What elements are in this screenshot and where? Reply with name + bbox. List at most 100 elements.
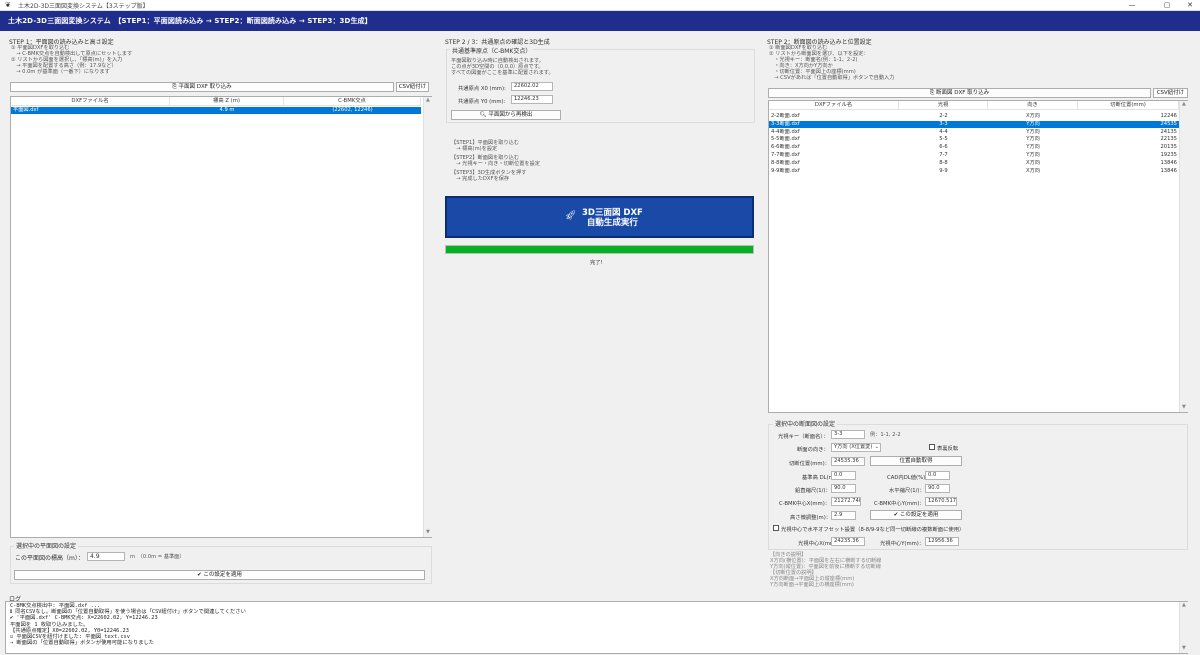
- hscale-label: 水平縮尺(1/)：: [889, 488, 925, 494]
- column-header[interactable]: 標高 Z (m): [170, 97, 284, 106]
- y0-label: 共通原点 Y0 (mm):: [458, 99, 506, 105]
- elevation-input[interactable]: 4.9: [87, 552, 125, 561]
- table-row[interactable]: 8-8断面.dxf 8-8 X方向 13846: [769, 160, 1179, 167]
- generate-label: 3D三面図 DXF 自動生成実行: [582, 208, 643, 228]
- log-lines: C-BMK交点検出中: 平面図.dxf ... ℹ 同名CSVなし。断面図の「位置…: [10, 603, 246, 646]
- column-header[interactable]: DXFファイル名: [769, 101, 899, 110]
- redetect-label: 平面図から再検出: [488, 112, 533, 118]
- bmky-label: C-BMK中心Y(mm)：: [874, 501, 925, 507]
- direction-value: Y方向 (X位置変): [834, 444, 873, 450]
- table-row[interactable]: 5-5断面.dxf 5-5 Y方向 22135: [769, 136, 1179, 143]
- plan-table-scrollbar[interactable]: ▲ ▼: [423, 97, 432, 537]
- auto-position-button[interactable]: 位置自動取得: [870, 456, 962, 466]
- section-import-label: 断面図 DXF 取り込み: [935, 90, 990, 96]
- table-cell: 8-8断面.dxf: [771, 159, 800, 166]
- section-table: DXFファイル名 光視 向き 切断位置(mm) 2-2断面.dxf 2-2 X方向 1…: [768, 100, 1188, 413]
- plan-import-button[interactable]: ⎘ 平面図 DXF 取り込み: [10, 82, 394, 92]
- vscale-input[interactable]: 90.0: [831, 484, 856, 493]
- vscale-label: 鉛直縮尺(1/)：: [795, 488, 831, 494]
- table-row[interactable]: 平面図.dxf 4.9 m (22602, 12246): [11, 107, 421, 115]
- bmkx-label: C-BMK中心X(mm)：: [779, 501, 831, 507]
- section-apply-button[interactable]: ✔ この設定を適用: [870, 510, 962, 520]
- table-cell: 12246: [1160, 113, 1177, 119]
- redetect-button[interactable]: 🔍︎ 平面図から再検出: [451, 110, 561, 120]
- origin-description: 平面図取り込み時に自動検出されます。 この点が3D空間の（0,0,0）原点です。…: [451, 58, 554, 76]
- table-cell: Y方向: [1026, 120, 1040, 127]
- log-scrollbar[interactable]: ▲ ▼: [1179, 602, 1188, 653]
- offset-label: 光視中心で水平オフセット設置（8-8/9-9など同一切断線の複数断面に使用）: [781, 527, 965, 533]
- table-row[interactable]: 4-4断面.dxf 4-4 Y方向 24135: [769, 129, 1179, 136]
- table-cell: 22135: [1160, 136, 1177, 143]
- table-cell: 5-5: [939, 136, 948, 143]
- origin-desc-line: すべての図面がここを基準に配置されます。: [451, 70, 554, 76]
- direction-select[interactable]: Y方向 (X位置変) ⌄: [831, 443, 881, 452]
- column-header[interactable]: 向き: [988, 101, 1078, 110]
- plan-table: DXFファイル名 標高 Z (m) C-BMK交点 平面図.dxf 4.9 m …: [10, 96, 432, 538]
- scroll-down-icon[interactable]: ▼: [426, 529, 430, 535]
- section-csv-button[interactable]: CSV紐付け: [1153, 88, 1188, 98]
- note-line: Y方向断面→平面図上の横座標(mm): [770, 582, 854, 588]
- hscale-input[interactable]: 90.0: [925, 484, 950, 493]
- y0-input[interactable]: 12246.23: [511, 95, 553, 104]
- key-input[interactable]: 3-3: [831, 430, 865, 439]
- key-label: 光視キー（断面名）：: [778, 434, 829, 440]
- cy-input[interactable]: 12956.36: [925, 537, 959, 546]
- table-cell: X方向: [1026, 113, 1040, 119]
- instruction-line: → CSVがあれば「位置自動取得」ボタンで自動入力: [769, 75, 895, 81]
- header-text: 土木2D-3D三面図変換システム 【STEP1：平面図読み込み → STEP2：…: [8, 17, 372, 25]
- table-cell: 6-6断面.dxf: [771, 144, 800, 151]
- scroll-down-icon[interactable]: ▼: [1182, 404, 1186, 410]
- table-cell: 9-9断面.dxf: [771, 167, 800, 174]
- section-table-scrollbar[interactable]: ▲ ▼: [1179, 101, 1188, 412]
- cx-input[interactable]: 24235.36: [831, 537, 865, 546]
- column-header[interactable]: DXFファイル名: [11, 97, 170, 106]
- table-row[interactable]: 7-7断面.dxf 7-7 Y方向 19235: [769, 152, 1179, 159]
- plan-csv-button[interactable]: CSV紐付け: [396, 82, 429, 92]
- step23-title: STEP 2 / 3：共通原点の確認と3D生成: [445, 39, 550, 46]
- cy-label: 光視中心Y(mm)：: [880, 541, 925, 547]
- minimize-icon[interactable]: —: [1122, 0, 1142, 11]
- table-cell: 8-8: [939, 159, 948, 166]
- table-row[interactable]: 9-9断面.dxf 9-9 X方向 13846: [769, 168, 1179, 175]
- maximize-icon[interactable]: ▢: [1157, 0, 1177, 11]
- scroll-down-icon[interactable]: ▼: [1182, 645, 1186, 651]
- log-panel[interactable]: C-BMK交点検出中: 平面図.dxf ... ℹ 同名CSVなし。断面図の「位置…: [5, 601, 1188, 654]
- generate-label-line2: 自動生成実行: [586, 217, 638, 228]
- x0-input[interactable]: 22602.02: [511, 82, 553, 91]
- section-settings-title: 選択中の断面図の設定: [773, 419, 838, 428]
- height-label: 高さ微調整(m)：: [790, 515, 832, 521]
- table-row[interactable]: 2-2断面.dxf 2-2 X方向 12246: [769, 113, 1179, 120]
- offset-checkbox[interactable]: [773, 525, 779, 531]
- workflow-line: → 光視キー・向き・切断位置を設定: [451, 161, 540, 167]
- cad-input[interactable]: 0.0: [925, 471, 950, 480]
- bmkx-input[interactable]: 21272.7400: [831, 497, 861, 506]
- cut-input[interactable]: 24535.36: [831, 457, 865, 466]
- scroll-up-icon[interactable]: ▲: [426, 97, 430, 103]
- plan-apply-button[interactable]: ✔ この設定を適用: [14, 570, 425, 580]
- table-cell: Y方向: [1026, 144, 1040, 151]
- column-header[interactable]: C-BMK交点: [284, 97, 421, 106]
- scroll-up-icon[interactable]: ▲: [1182, 101, 1186, 107]
- table-row[interactable]: 6-6断面.dxf 6-6 Y方向 20135: [769, 144, 1179, 151]
- table-row[interactable]: 3-3断面.dxf 3-3 Y方向 24535: [769, 120, 1179, 129]
- bmky-input[interactable]: 12670.5170: [925, 497, 957, 506]
- log-line: → 断面図の「位置自動取得」ボタンが使用可能になりました: [10, 640, 155, 647]
- progress-bar: [445, 245, 754, 254]
- close-icon[interactable]: ✕: [1180, 0, 1200, 11]
- scroll-up-icon[interactable]: ▲: [1182, 602, 1186, 608]
- section-import-button[interactable]: ⎘ 断面図 DXF 取り込み: [768, 88, 1151, 98]
- elevation-label: この平面図の標高（m）：: [15, 555, 84, 562]
- workflow-steps: 【STEP1】平面図を取り込む → 標高(m)を設定 【STEP2】断面図を取り…: [451, 140, 540, 182]
- height-input[interactable]: 2.9: [831, 511, 856, 520]
- flip-label: 表裏反転: [937, 446, 959, 452]
- table-cell: 13846: [1160, 167, 1177, 174]
- table-cell: 2-2: [939, 113, 948, 119]
- column-header[interactable]: 切断位置(mm): [1078, 101, 1179, 110]
- column-header[interactable]: 光視: [899, 101, 988, 110]
- table-cell: 3-3: [939, 120, 948, 127]
- generate-3d-button[interactable]: 🚀︎ 3D三面図 DXF 自動生成実行: [445, 196, 754, 238]
- table-cell: 24535: [1160, 120, 1177, 127]
- base-input[interactable]: 0.0: [831, 471, 856, 480]
- flip-checkbox[interactable]: [929, 444, 935, 450]
- direction-notes: 【向きの説明】 X方向(横位置)：平面図を左右に横断する切断線 Y方向(縦位置)…: [770, 552, 881, 588]
